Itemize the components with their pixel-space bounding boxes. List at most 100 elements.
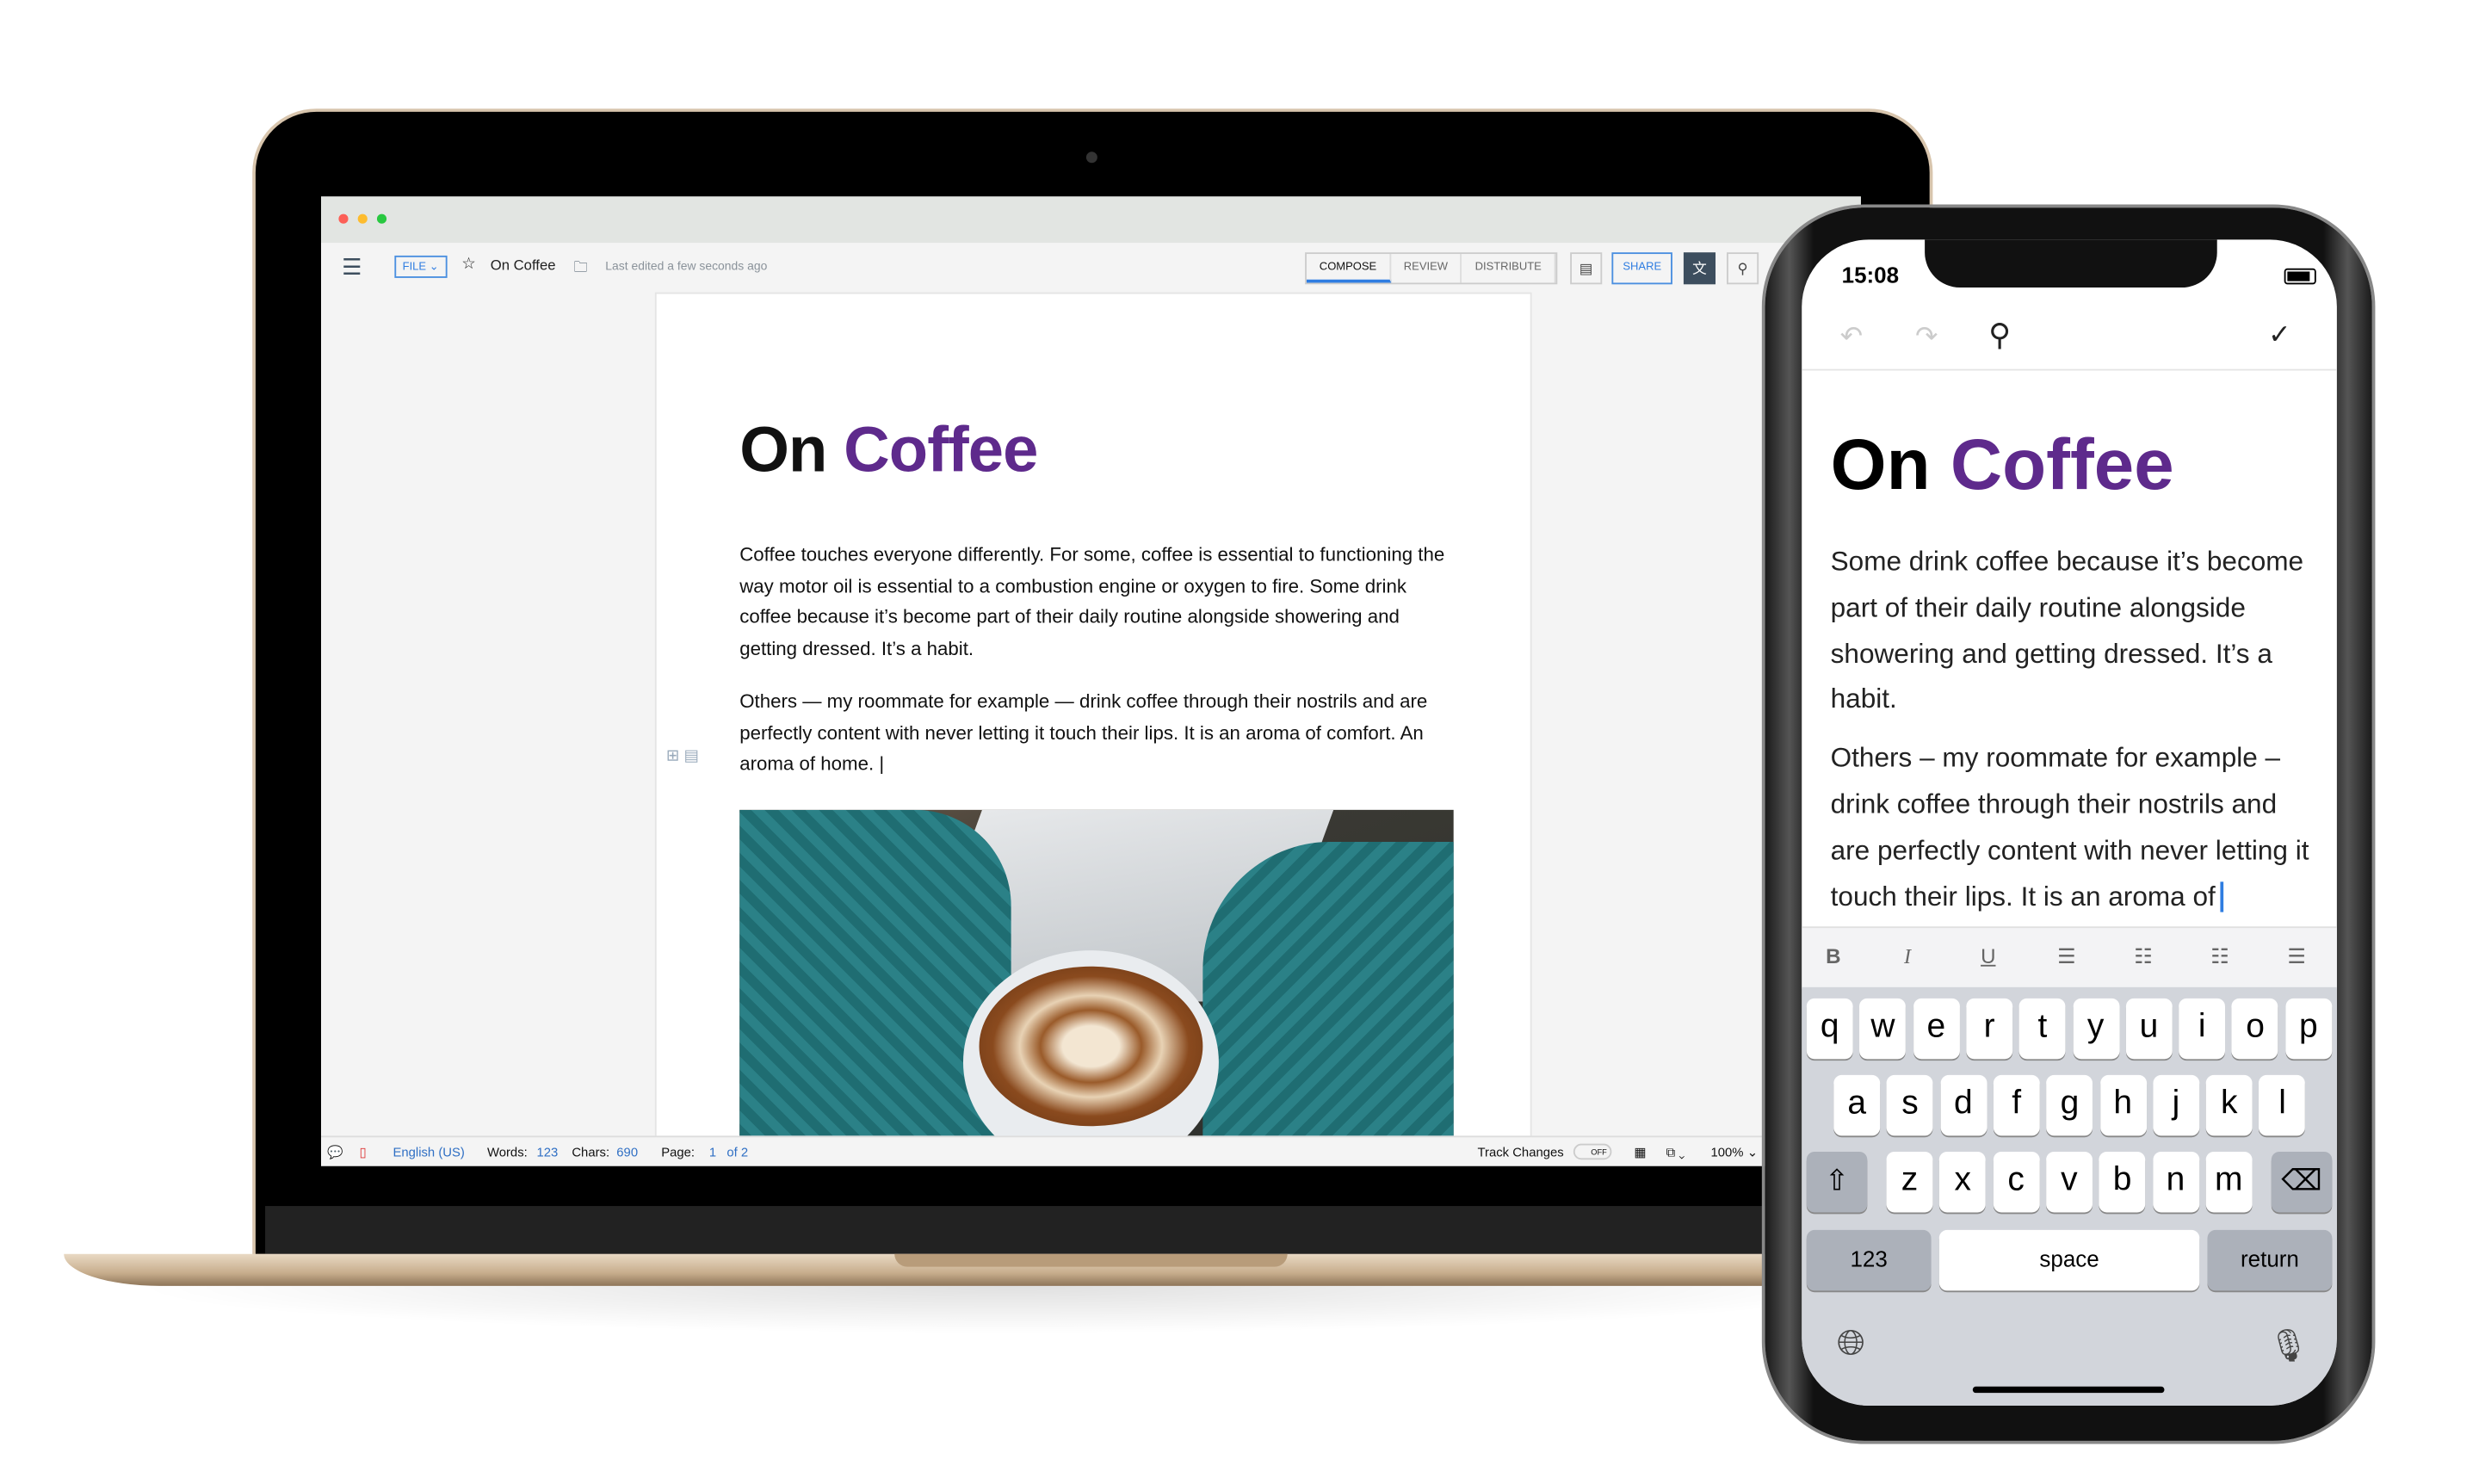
key-n[interactable]: n: [2152, 1151, 2199, 1213]
key-c[interactable]: c: [1993, 1151, 2039, 1213]
mode-tabs: COMPOSE REVIEW DISTRIBUTE: [1305, 252, 1558, 285]
bullet-list-icon[interactable]: ☷: [2210, 944, 2229, 970]
done-check-icon[interactable]: ✓: [2268, 319, 2290, 351]
phone-document-body[interactable]: Some drink coffee because it’s become pa…: [1831, 540, 2318, 920]
align-left-icon[interactable]: ☰: [2057, 944, 2076, 970]
italic-button[interactable]: I: [1904, 944, 1911, 970]
char-count: 690: [616, 1145, 639, 1160]
tab-review[interactable]: REVIEW: [1391, 254, 1462, 283]
laptop-camera: [1085, 151, 1097, 164]
tab-distribute[interactable]: DISTRIBUTE: [1462, 254, 1556, 283]
key-s[interactable]: s: [1887, 1074, 1933, 1136]
space-key[interactable]: space: [1938, 1229, 2200, 1291]
translate-icon[interactable]: 文: [1683, 252, 1716, 285]
chat-icon[interactable]: 💬: [327, 1137, 343, 1166]
key-w[interactable]: w: [1859, 998, 1907, 1060]
word-count: 123: [536, 1145, 559, 1160]
key-k[interactable]: k: [2205, 1074, 2253, 1136]
key-f[interactable]: f: [1993, 1074, 2040, 1136]
file-label: FILE: [402, 262, 427, 274]
key-g[interactable]: g: [2046, 1074, 2093, 1136]
outdent-icon[interactable]: ☰: [2287, 944, 2306, 970]
key-i[interactable]: i: [2179, 998, 2226, 1060]
doc-name[interactable]: On Coffee: [491, 257, 556, 274]
key-q[interactable]: q: [1806, 998, 1853, 1060]
underline-button[interactable]: U: [1981, 944, 1995, 968]
paragraph: Some drink coffee because it’s become pa…: [1830, 546, 2304, 715]
minimize-window-button[interactable]: [357, 213, 368, 224]
hamburger-icon[interactable]: ☰: [342, 254, 362, 281]
key-a[interactable]: a: [1833, 1074, 1881, 1136]
battery-icon: [2284, 268, 2316, 285]
paragraph: Others – my roommate for example – drink…: [1831, 737, 2318, 921]
undo-icon[interactable]: ↶: [1840, 321, 1863, 353]
numbered-list-icon[interactable]: ☷: [2134, 944, 2153, 970]
insert-block-icon[interactable]: ⊞ ▤: [666, 747, 699, 764]
search-icon[interactable]: ⚲: [1988, 318, 2011, 355]
page-label: Page:: [661, 1145, 695, 1160]
window-titlebar: [320, 196, 1861, 244]
sleeve-right: [1202, 841, 1454, 1138]
zoom-selector[interactable]: 100% ⌄: [1710, 1137, 1758, 1166]
laptop-hinge: [894, 1253, 1288, 1267]
search-icon[interactable]: ⚲: [1727, 252, 1759, 285]
track-changes-label: Track Changes: [1477, 1145, 1564, 1160]
track-changes-toggle[interactable]: OFF: [1573, 1143, 1612, 1160]
latte-art: [979, 966, 1203, 1127]
microphone-icon[interactable]: 🎙︎: [2268, 1326, 2309, 1365]
key-m[interactable]: m: [2205, 1151, 2253, 1213]
numbers-key[interactable]: 123: [1806, 1229, 1932, 1291]
comments-icon[interactable]: ▤: [1570, 252, 1603, 285]
key-e[interactable]: e: [1913, 998, 1960, 1060]
laptop-chin: [265, 1206, 1920, 1254]
paragraph: Coffee touches everyone differently. For…: [739, 542, 1445, 660]
title-word: On: [1830, 423, 1931, 505]
app-toolbar: ☰ FILE ⌄ ☆ On Coffee 🗀 Last edited a few…: [321, 243, 1861, 291]
globe-icon[interactable]: 🌐︎: [1837, 1323, 1865, 1364]
title-word-accent: Coffee: [1950, 423, 2174, 505]
key-d[interactable]: d: [1939, 1074, 1987, 1136]
key-h[interactable]: h: [2099, 1074, 2147, 1136]
key-r[interactable]: r: [1966, 998, 2012, 1060]
key-o[interactable]: o: [2232, 998, 2278, 1060]
key-j[interactable]: j: [2153, 1074, 2199, 1136]
coffee-photo: [739, 809, 1454, 1138]
redo-icon[interactable]: ↷: [1915, 321, 1938, 353]
phone-screen: 15:08 ↶ ↷ ⚲ ✓ On Coffee Some drink coffe…: [1802, 239, 2337, 1407]
layout-icon[interactable]: ⧉ ⌄: [1666, 1137, 1685, 1166]
key-u[interactable]: u: [2125, 998, 2173, 1060]
text-cursor: [2220, 881, 2231, 912]
stage: ☰ FILE ⌄ ☆ On Coffee 🗀 Last edited a few…: [0, 0, 2479, 1484]
notes-icon[interactable]: ▯: [360, 1137, 367, 1166]
maximize-window-button[interactable]: [376, 213, 387, 224]
share-button[interactable]: SHARE: [1611, 252, 1673, 285]
format-bar: B I U ☰ ☷ ☷ ☰: [1802, 926, 2337, 989]
paragraph-text: Others – my roommate for example – drink…: [1830, 743, 2309, 912]
folder-icon[interactable]: 🗀: [573, 256, 588, 281]
key-p[interactable]: p: [2284, 998, 2332, 1060]
key-t[interactable]: t: [2018, 998, 2066, 1060]
laptop-screen: ☰ FILE ⌄ ☆ On Coffee 🗀 Last edited a few…: [320, 196, 1861, 1166]
key-y[interactable]: y: [2072, 998, 2119, 1060]
star-icon[interactable]: ☆: [461, 256, 476, 273]
key-z[interactable]: z: [1886, 1151, 1933, 1213]
key-l[interactable]: l: [2259, 1074, 2306, 1136]
document-page[interactable]: On Coffee Coffee touches everyone differ…: [654, 292, 1532, 1142]
language-selector[interactable]: English (US): [393, 1137, 465, 1166]
bold-button[interactable]: B: [1826, 944, 1840, 968]
backspace-key[interactable]: ⌫: [2271, 1151, 2333, 1213]
paragraph: Others — my roommate for example — drink…: [739, 689, 1428, 776]
status-bar: 💬 ▯ English (US) Words: 123 Chars: 690 P…: [320, 1135, 1861, 1166]
phone-document-title: On Coffee: [1831, 424, 2174, 506]
tab-compose[interactable]: COMPOSE: [1306, 254, 1391, 283]
return-key[interactable]: return: [2207, 1229, 2333, 1291]
key-b[interactable]: b: [2099, 1151, 2146, 1213]
key-v[interactable]: v: [2045, 1151, 2093, 1213]
home-indicator[interactable]: [1972, 1386, 2165, 1394]
file-menu-button[interactable]: FILE ⌄: [394, 255, 447, 278]
page-input[interactable]: 1: [709, 1137, 716, 1166]
close-window-button[interactable]: [338, 213, 349, 224]
shift-key[interactable]: ⇧: [1806, 1151, 1868, 1213]
keyboard-icon[interactable]: ▦: [1634, 1137, 1646, 1166]
key-x[interactable]: x: [1939, 1151, 1987, 1213]
